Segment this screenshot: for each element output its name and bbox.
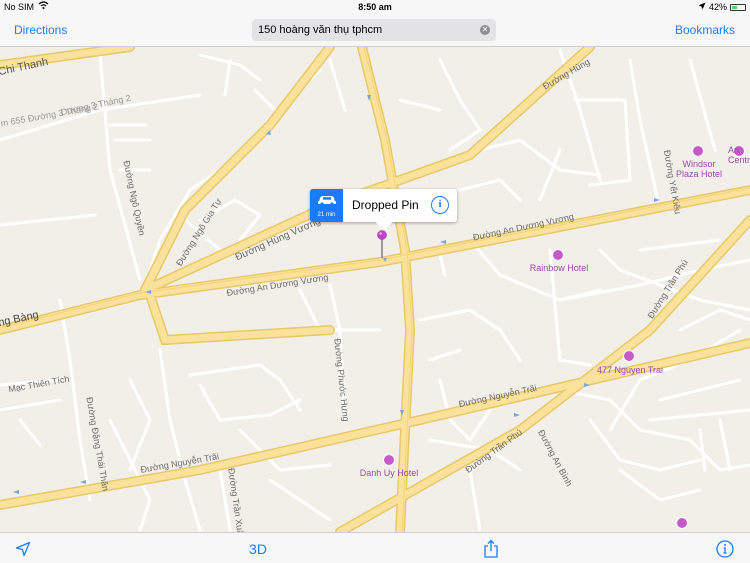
- poi-label[interactable]: Windsor Plaza Hotel: [672, 159, 726, 179]
- bottom-toolbar: 3D: [0, 532, 750, 563]
- directions-button[interactable]: Directions: [14, 23, 67, 37]
- dropped-pin-icon[interactable]: [377, 230, 387, 260]
- battery-fill: [732, 5, 738, 9]
- hotel-poi-icon[interactable]: [692, 145, 704, 157]
- status-right: 42%: [698, 2, 746, 12]
- map-view[interactable]: Chi Thanh Dương 3 Tháng 2 m 655 Đường 3 …: [0, 47, 750, 541]
- drive-time: 21 min: [317, 212, 336, 218]
- hotel-poi-icon[interactable]: [383, 454, 395, 466]
- nav-bar: Directions ✕ Bookmarks: [0, 14, 750, 47]
- callout-info-icon[interactable]: i: [431, 196, 449, 214]
- search-input[interactable]: [258, 22, 468, 38]
- status-bar: No SIM 8:50 am 42%: [0, 0, 750, 14]
- bookmarks-button[interactable]: Bookmarks: [675, 23, 735, 37]
- clear-search-icon[interactable]: ✕: [480, 25, 490, 35]
- hotel-poi-icon[interactable]: [552, 249, 564, 261]
- poi-label[interactable]: 477 Nguyen Trai: [592, 365, 668, 375]
- battery-percent: 42%: [708, 2, 727, 12]
- share-icon[interactable]: [480, 533, 502, 563]
- callout-title: Dropped Pin: [352, 198, 419, 212]
- location-arrow-icon[interactable]: [10, 533, 36, 563]
- battery-icon: [730, 3, 746, 11]
- car-icon: [317, 196, 336, 206]
- info-icon[interactable]: [712, 533, 738, 563]
- search-bar[interactable]: ✕: [252, 19, 496, 41]
- location-services-icon: [698, 2, 706, 12]
- hotel-poi-icon[interactable]: [623, 350, 635, 362]
- clock: 8:50 am: [358, 2, 392, 12]
- drive-directions-button[interactable]: 21 min: [310, 189, 343, 222]
- map-roads: [0, 47, 750, 532]
- pin-callout[interactable]: 21 min Dropped Pin i: [310, 189, 457, 231]
- maps-app: No SIM 8:50 am 42% Directions ✕ Bookmark…: [0, 0, 750, 563]
- poi-label[interactable]: Danh Uy Hotel: [355, 468, 423, 478]
- hotel-poi-icon[interactable]: [676, 517, 688, 529]
- poi-label[interactable]: Rainbow Hotel: [525, 263, 593, 273]
- three-d-button[interactable]: 3D: [240, 533, 276, 563]
- poi-label[interactable]: An Centr: [728, 145, 750, 165]
